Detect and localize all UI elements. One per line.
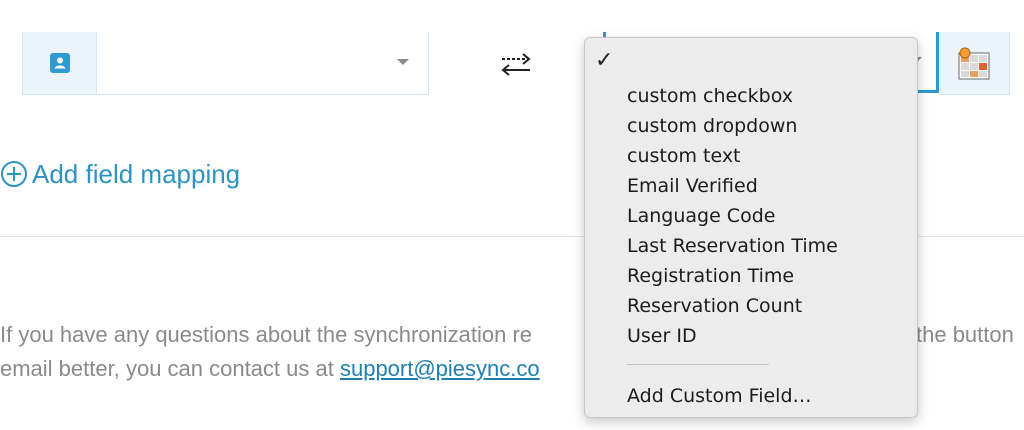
source-field-select[interactable] xyxy=(22,32,429,95)
support-email-link[interactable]: support@piesync.co xyxy=(340,356,540,381)
grid-app-icon xyxy=(958,47,990,80)
help-line-1-left: If you have any questions about the sync… xyxy=(0,322,533,347)
menu-item[interactable]: custom checkbox xyxy=(627,84,793,108)
menu-item[interactable]: Registration Time xyxy=(627,264,794,288)
menu-item[interactable]: User ID xyxy=(627,324,697,348)
help-line-1-right: the button xyxy=(916,322,1014,347)
chevron-down-icon[interactable] xyxy=(397,59,409,65)
add-field-mapping-label: Add field mapping xyxy=(32,158,241,189)
menu-item[interactable]: custom text xyxy=(627,144,741,168)
menu-item[interactable]: Reservation Count xyxy=(627,294,802,318)
checkmark-icon: ✓ xyxy=(595,48,614,73)
source-app-icon-box xyxy=(23,32,97,94)
help-line-2-left: email better, you can contact us at xyxy=(0,356,340,381)
add-custom-field-item[interactable]: Add Custom Field… xyxy=(627,384,812,408)
plus-circle-icon xyxy=(1,161,27,187)
menu-separator xyxy=(627,364,769,365)
menu-item[interactable]: custom dropdown xyxy=(627,114,797,138)
menu-item[interactable]: Language Code xyxy=(627,204,775,228)
menu-item[interactable]: Last Reservation Time xyxy=(627,234,838,258)
menu-item[interactable]: Email Verified xyxy=(627,174,758,198)
field-options-menu: ✓ custom checkbox custom dropdown custom… xyxy=(584,37,918,418)
contact-card-icon xyxy=(49,53,70,73)
target-app-icon-box xyxy=(940,32,1010,95)
swap-arrows-icon xyxy=(501,53,531,76)
add-field-mapping-link[interactable]: Add field mapping xyxy=(0,156,240,192)
